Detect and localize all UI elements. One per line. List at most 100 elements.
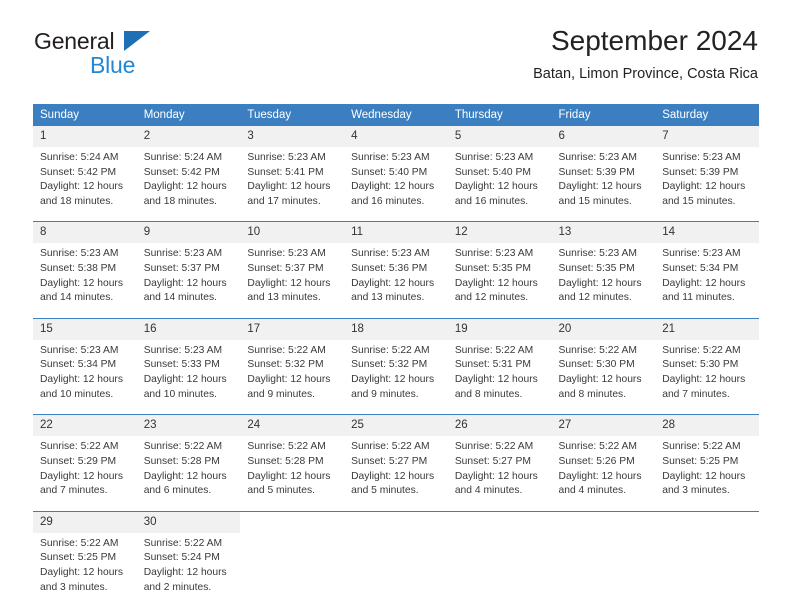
calendar-day-cell[interactable]: 15 Sunrise: 5:23 AM Sunset: 5:34 PM Dayligh…	[33, 317, 137, 403]
day-sun-info: Sunrise: 5:24 AM Sunset: 5:42 PM Daylight:…	[137, 147, 241, 209]
weekday-header-friday: Friday	[551, 104, 656, 126]
week-spacer	[33, 209, 759, 222]
sunrise-text: Sunrise: 5:23 AM	[143, 344, 223, 356]
sunset-text: Sunset: 5:34 PM	[40, 359, 117, 371]
daylight-text-line1: Daylight: 12 hours	[558, 277, 642, 289]
sunset-text: Sunset: 5:36 PM	[351, 263, 428, 275]
day-number: 20	[551, 318, 656, 340]
calendar-day-cell[interactable]: 27 Sunrise: 5:22 AM Sunset: 5:26 PM Dayligh…	[551, 414, 656, 499]
sunset-text: Sunset: 5:25 PM	[662, 455, 739, 467]
daylight-text-line1: Daylight: 12 hours	[351, 277, 435, 289]
day-sun-info: Sunrise: 5:23 AM Sunset: 5:35 PM Daylight:…	[448, 243, 552, 305]
daylight-text-line2: and 9 minutes.	[247, 388, 315, 400]
sunrise-text: Sunrise: 5:23 AM	[247, 152, 326, 163]
sunset-text: Sunset: 5:37 PM	[143, 263, 220, 275]
day-number: 8	[33, 222, 137, 244]
daylight-text-line1: Daylight: 12 hours	[247, 181, 331, 193]
calendar-day-cell[interactable]: 16 Sunrise: 5:23 AM Sunset: 5:33 PM Dayligh…	[136, 317, 241, 403]
day-sun-info: Sunrise: 5:23 AM Sunset: 5:38 PM Daylight:…	[33, 243, 137, 305]
sunset-text: Sunset: 5:28 PM	[247, 455, 324, 467]
sunset-text: Sunset: 5:29 PM	[40, 455, 117, 467]
day-sun-info: Sunrise: 5:22 AM Sunset: 5:28 PM Daylight:…	[137, 436, 241, 498]
page-title: September 2024	[550, 25, 758, 56]
calendar-day-cell[interactable]: 9 Sunrise: 5:23 AM Sunset: 5:37 PM Daylight…	[136, 221, 241, 306]
week-spacer	[33, 306, 759, 319]
calendar-day-cell[interactable]: 21 Sunrise: 5:22 AM Sunset: 5:30 PM Dayligh…	[655, 317, 759, 403]
weekday-header-monday: Monday	[136, 104, 241, 126]
day-number: 24	[240, 415, 345, 437]
calendar-day-cell[interactable]: 19 Sunrise: 5:22 AM Sunset: 5:31 PM Dayligh…	[447, 317, 552, 403]
calendar-day-cell[interactable]: 14 Sunrise: 5:23 AM Sunset: 5:34 PM Dayligh…	[655, 221, 759, 306]
calendar-day-cell[interactable]: 20 Sunrise: 5:22 AM Sunset: 5:30 PM Dayligh…	[551, 317, 656, 403]
daylight-text-line2: and 4 minutes.	[558, 485, 627, 497]
daylight-text-line2: and 17 minutes.	[247, 195, 321, 207]
calendar-day-cell[interactable]: 5 Sunrise: 5:23 AM Sunset: 5:40 PM Daylight…	[447, 125, 552, 210]
day-sun-info: Sunrise: 5:23 AM Sunset: 5:36 PM Daylight:…	[344, 243, 448, 305]
calendar-day-cell[interactable]: 13 Sunrise: 5:23 AM Sunset: 5:35 PM Dayligh…	[551, 221, 656, 306]
day-sun-info: Sunrise: 5:23 AM Sunset: 5:37 PM Daylight:…	[137, 243, 241, 305]
calendar-day-cell[interactable]: 11 Sunrise: 5:23 AM Sunset: 5:36 PM Dayligh…	[344, 221, 448, 306]
daylight-text-line2: and 5 minutes.	[247, 485, 315, 497]
sunset-text: Sunset: 5:38 PM	[40, 263, 117, 275]
calendar-day-cell[interactable]: 26 Sunrise: 5:22 AM Sunset: 5:27 PM Dayligh…	[447, 414, 552, 499]
daylight-text-line1: Daylight: 12 hours	[247, 277, 331, 289]
day-sun-info: Sunrise: 5:22 AM Sunset: 5:24 PM Daylight:…	[137, 533, 241, 595]
calendar-day-cell[interactable]: 17 Sunrise: 5:22 AM Sunset: 5:32 PM Dayligh…	[240, 317, 345, 403]
day-number: 7	[655, 126, 759, 147]
sunset-text: Sunset: 5:32 PM	[351, 359, 428, 371]
calendar-day-cell[interactable]: 3 Sunrise: 5:23 AM Sunset: 5:41 PM Daylight…	[240, 125, 345, 210]
day-number: 26	[447, 415, 552, 437]
daylight-text-line1: Daylight: 12 hours	[40, 181, 123, 193]
week-spacer-cell	[33, 402, 759, 415]
daylight-text-line1: Daylight: 12 hours	[662, 470, 746, 482]
calendar-day-cell[interactable]: 23 Sunrise: 5:22 AM Sunset: 5:28 PM Dayligh…	[136, 414, 241, 499]
daylight-text-line1: Daylight: 12 hours	[454, 374, 538, 386]
calendar-day-cell[interactable]: 28 Sunrise: 5:22 AM Sunset: 5:25 PM Dayligh…	[655, 414, 759, 499]
week-spacer-cell	[33, 499, 759, 512]
calendar-day-cell[interactable]: 6 Sunrise: 5:23 AM Sunset: 5:39 PM Daylight…	[551, 125, 656, 210]
daylight-text-line1: Daylight: 12 hours	[454, 277, 538, 289]
sunset-text: Sunset: 5:26 PM	[558, 455, 635, 467]
calendar-day-cell[interactable]: 12 Sunrise: 5:23 AM Sunset: 5:35 PM Dayligh…	[447, 221, 552, 306]
sunrise-text: Sunrise: 5:24 AM	[143, 152, 223, 163]
day-sun-info: Sunrise: 5:22 AM Sunset: 5:30 PM Daylight:…	[655, 340, 759, 402]
calendar-day-cell[interactable]: 18 Sunrise: 5:22 AM Sunset: 5:32 PM Dayligh…	[344, 317, 448, 403]
calendar-day-cell[interactable]: 10 Sunrise: 5:23 AM Sunset: 5:37 PM Dayligh…	[240, 221, 345, 306]
sunrise-text: Sunrise: 5:22 AM	[454, 344, 534, 356]
daylight-text-line2: and 10 minutes.	[143, 388, 217, 400]
day-number: 21	[655, 318, 759, 340]
calendar-day-cell[interactable]: 1 Sunrise: 5:24 AM Sunset: 5:42 PM Daylight…	[33, 125, 137, 210]
day-number: 25	[344, 415, 448, 437]
sunrise-text: Sunrise: 5:23 AM	[40, 344, 119, 356]
daylight-text-line2: and 8 minutes.	[558, 388, 627, 400]
calendar-day-cell[interactable]: 29 Sunrise: 5:22 AM Sunset: 5:25 PM Dayligh…	[33, 510, 137, 596]
generalblue-logo[interactable]: General Blue	[34, 30, 214, 77]
calendar-week-row: 29 Sunrise: 5:22 AM Sunset: 5:25 PM Dayligh…	[33, 510, 759, 596]
calendar-table: Sunday Monday Tuesday Wednesday Thursday Frid…	[33, 104, 759, 596]
sunrise-text: Sunrise: 5:22 AM	[454, 441, 534, 453]
calendar-day-cell[interactable]: 25 Sunrise: 5:22 AM Sunset: 5:27 PM Dayligh…	[344, 414, 448, 499]
sunset-text: Sunset: 5:33 PM	[143, 359, 220, 371]
sunset-text: Sunset: 5:42 PM	[40, 166, 117, 178]
calendar-day-cell[interactable]: 2 Sunrise: 5:24 AM Sunset: 5:42 PM Daylight…	[136, 125, 241, 210]
sunrise-text: Sunrise: 5:22 AM	[558, 344, 637, 356]
daylight-text-line1: Daylight: 12 hours	[558, 181, 642, 193]
day-number: 11	[344, 222, 448, 244]
calendar-day-cell[interactable]: 30 Sunrise: 5:22 AM Sunset: 5:24 PM Dayligh…	[136, 510, 241, 596]
daylight-text-line2: and 15 minutes.	[558, 195, 632, 207]
sunset-text: Sunset: 5:24 PM	[143, 552, 220, 564]
calendar-empty-cell	[447, 510, 552, 596]
day-number: 1	[33, 126, 137, 147]
daylight-text-line2: and 15 minutes.	[662, 195, 736, 207]
calendar-day-cell[interactable]: 8 Sunrise: 5:23 AM Sunset: 5:38 PM Daylight…	[33, 221, 137, 306]
sunset-text: Sunset: 5:32 PM	[247, 359, 324, 371]
sunset-text: Sunset: 5:31 PM	[454, 359, 531, 371]
calendar-day-cell[interactable]: 4 Sunrise: 5:23 AM Sunset: 5:40 PM Daylight…	[344, 125, 448, 210]
calendar-day-cell[interactable]: 7 Sunrise: 5:23 AM Sunset: 5:39 PM Daylight…	[655, 125, 759, 210]
sunrise-text: Sunrise: 5:22 AM	[351, 344, 430, 356]
day-sun-info: Sunrise: 5:22 AM Sunset: 5:27 PM Daylight:…	[344, 436, 448, 498]
weekday-header-thursday: Thursday	[447, 104, 552, 126]
calendar-day-cell[interactable]: 22 Sunrise: 5:22 AM Sunset: 5:29 PM Dayligh…	[33, 414, 137, 499]
calendar-day-cell[interactable]: 24 Sunrise: 5:22 AM Sunset: 5:28 PM Dayligh…	[240, 414, 345, 499]
sunrise-text: Sunrise: 5:23 AM	[662, 152, 741, 163]
